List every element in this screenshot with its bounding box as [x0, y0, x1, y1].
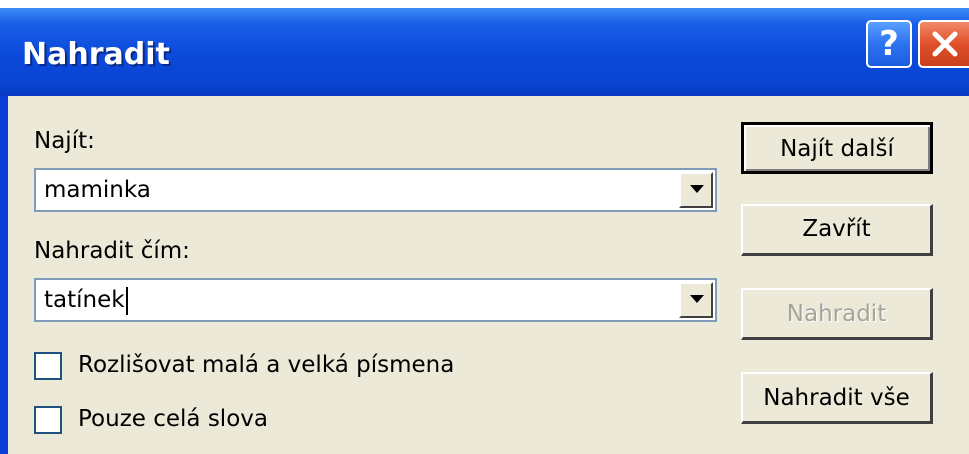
- dialog-body: Najít: maminka Nahradit čím: tatínek Roz…: [8, 96, 969, 454]
- replace-input[interactable]: tatínek: [44, 285, 128, 315]
- replace-dialog: Nahradit ? Najít: maminka Nahradit čím: …: [0, 8, 969, 454]
- close-window-button[interactable]: [918, 20, 969, 68]
- replace-label: Nahradit čím:: [34, 238, 190, 264]
- replace-combobox[interactable]: tatínek: [34, 278, 717, 322]
- find-combobox[interactable]: maminka: [34, 168, 717, 212]
- replace-all-button[interactable]: Nahradit vše: [741, 372, 933, 424]
- find-dropdown-button[interactable]: [679, 172, 713, 208]
- replace-input-text: tatínek: [44, 287, 125, 313]
- chevron-down-icon: [690, 295, 704, 303]
- help-button[interactable]: ?: [866, 20, 912, 68]
- close-icon: [932, 31, 957, 57]
- chevron-down-icon: [690, 185, 704, 193]
- find-label: Najít:: [34, 128, 95, 154]
- text-caret: [125, 286, 128, 315]
- find-input[interactable]: maminka: [44, 175, 151, 205]
- close-button[interactable]: Zavřít: [741, 204, 933, 256]
- title-bar[interactable]: Nahradit ?: [0, 8, 969, 96]
- match-case-label: Rozlišovat malá a velká písmena: [78, 352, 455, 378]
- replace-dropdown-button[interactable]: [679, 282, 713, 318]
- whole-words-label: Pouze celá slova: [78, 406, 268, 432]
- match-case-checkbox[interactable]: [34, 352, 62, 380]
- whole-words-checkbox[interactable]: [34, 406, 62, 434]
- find-next-button[interactable]: Najít další: [741, 122, 933, 174]
- replace-button[interactable]: Nahradit: [741, 288, 933, 340]
- help-icon: ?: [879, 24, 899, 64]
- window-title: Nahradit: [22, 37, 170, 72]
